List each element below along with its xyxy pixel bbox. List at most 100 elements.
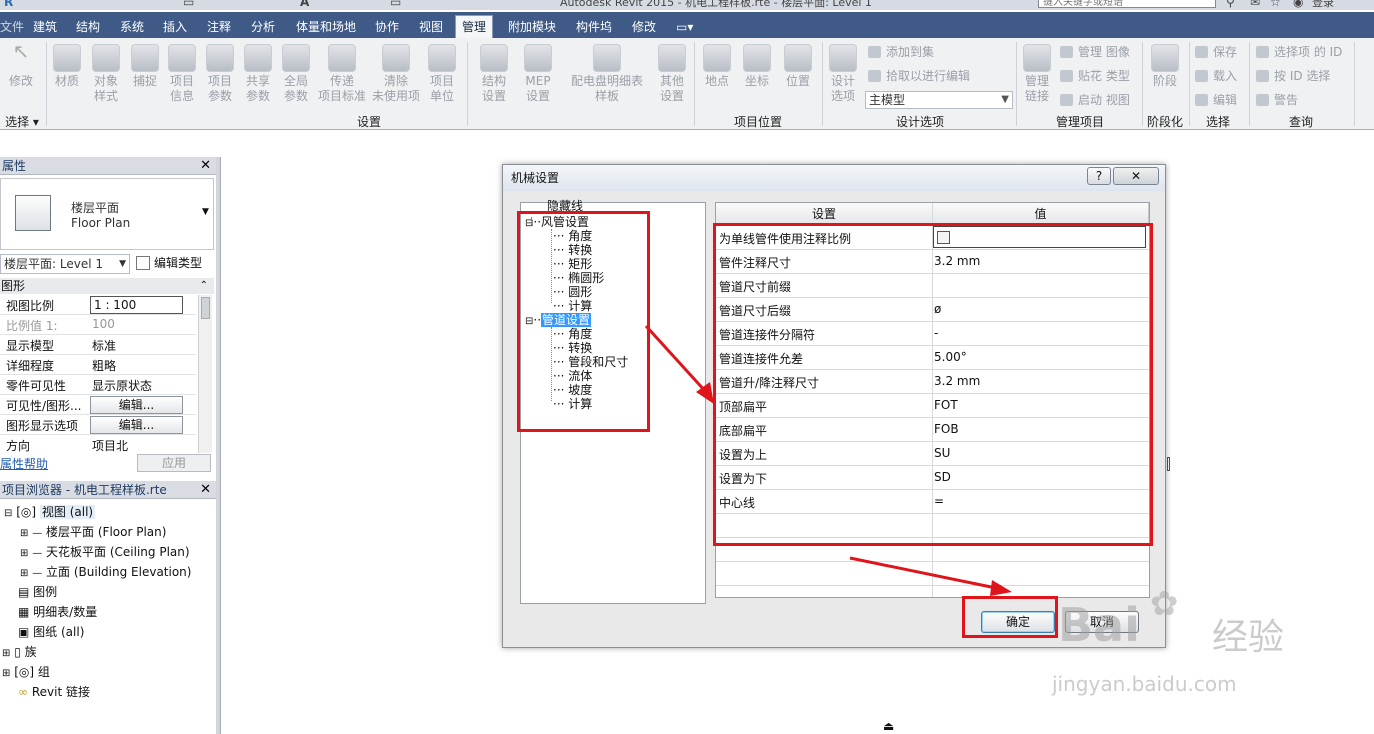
prop-key: 详细程度 bbox=[6, 359, 55, 373]
structural-settings-button[interactable]: 结构 设置 bbox=[477, 44, 511, 104]
browser-item-families[interactable]: ⊞ ▯ 族 bbox=[2, 642, 37, 664]
location-button[interactable]: 地点 bbox=[700, 44, 734, 89]
graphic-display-edit-button[interactable]: 编辑... bbox=[90, 416, 183, 434]
mep-settings-button[interactable]: MEP 设置 bbox=[521, 44, 555, 104]
binoculars-icon[interactable]: ⚲ bbox=[1226, 0, 1235, 9]
browser-item-sheets[interactable]: ▣ 图纸 (all) bbox=[18, 622, 84, 642]
scrollbar-thumb[interactable] bbox=[201, 297, 210, 319]
warnings-button[interactable]: 警告 bbox=[1256, 92, 1298, 108]
properties-scrollbar[interactable] bbox=[198, 295, 212, 453]
graphics-section-header[interactable]: 图形 ⌃ bbox=[0, 278, 214, 294]
global-parameters-button[interactable]: 全局 参数 bbox=[279, 44, 313, 104]
design-options-button[interactable]: 设计 选项 bbox=[826, 44, 860, 104]
project-units-button[interactable]: 项目 单位 bbox=[425, 44, 459, 104]
design-option-select[interactable]: 主模型 ▼ bbox=[865, 91, 1013, 109]
close-icon[interactable]: ✕ bbox=[200, 157, 211, 175]
prop-row-orientation[interactable]: 方向 项目北 bbox=[0, 435, 196, 453]
close-button[interactable]: ✕ bbox=[1113, 167, 1159, 185]
project-info-button[interactable]: 项目 信息 bbox=[165, 44, 199, 104]
tab-component-dock[interactable]: 构件坞 bbox=[576, 16, 612, 38]
select-group-label[interactable]: 选择 ▾ bbox=[0, 113, 44, 130]
login-link[interactable]: 登录 bbox=[1312, 0, 1334, 10]
view-instance-select[interactable]: 楼层平面: Level 1 ▼ bbox=[0, 254, 130, 274]
select-by-id-button[interactable]: 按 ID 选择 bbox=[1256, 68, 1330, 84]
info-icon[interactable]: ✉ bbox=[1250, 0, 1260, 9]
tab-architecture[interactable]: 建筑 bbox=[33, 16, 57, 38]
browser-item-views[interactable]: ⊟ [◎] 视图 (all) bbox=[4, 502, 96, 524]
position-button[interactable]: 位置 bbox=[781, 44, 815, 89]
help-button[interactable]: ? bbox=[1087, 167, 1111, 185]
prop-row-parts-visibility[interactable]: 零件可见性 显示原状态 bbox=[0, 375, 196, 395]
tab-view[interactable]: 视图 bbox=[419, 16, 443, 38]
prop-row-detail-level[interactable]: 详细程度 粗略 bbox=[0, 355, 196, 375]
legend-icon: ▤ bbox=[18, 585, 30, 599]
transfer-standards-button[interactable]: 传递 项目标准 bbox=[316, 44, 368, 104]
ids-of-selection-button[interactable]: 选择项 的 ID bbox=[1256, 44, 1342, 60]
starting-view-button[interactable]: 启动 视图 bbox=[1060, 92, 1130, 108]
edit-selection-button[interactable]: 编辑 bbox=[1195, 92, 1237, 108]
project-parameters-button[interactable]: 项目 参数 bbox=[203, 44, 237, 104]
pick-edit-icon bbox=[868, 70, 881, 82]
browser-item-floor-plans[interactable]: ⊞ — 楼层平面 (Floor Plan) bbox=[20, 522, 166, 544]
shared-parameters-button[interactable]: 共享 参数 bbox=[241, 44, 275, 104]
tab-annotate[interactable]: 注释 bbox=[207, 16, 231, 38]
materials-button[interactable]: 材质 bbox=[50, 44, 84, 89]
purge-unused-button[interactable]: 清除 未使用项 bbox=[371, 44, 421, 104]
modify-button[interactable]: ↖ 修改 bbox=[4, 41, 38, 89]
close-icon[interactable]: ✕ bbox=[200, 481, 211, 499]
select-by-id-label: 按 ID 选择 bbox=[1274, 69, 1331, 83]
properties-help-link[interactable]: 属性帮助 bbox=[0, 455, 48, 472]
browser-item-schedules[interactable]: ▦ 明细表/数量 bbox=[18, 602, 97, 622]
edit-type-button[interactable]: 编辑类型 bbox=[136, 254, 202, 271]
text-tool-icon[interactable]: A bbox=[300, 0, 309, 9]
elevation-marker-icon[interactable]: ⏏ bbox=[883, 719, 894, 733]
snaps-button[interactable]: 捕捉 bbox=[128, 44, 162, 89]
tab-modify[interactable]: 修改 bbox=[632, 16, 656, 38]
browser-item-ceiling-plans[interactable]: ⊞ — 天花板平面 (Ceiling Plan) bbox=[20, 542, 190, 564]
tab-analyze[interactable]: 分析 bbox=[251, 16, 275, 38]
browser-item-elevations[interactable]: ⊞ — 立面 (Building Elevation) bbox=[20, 562, 191, 584]
visibility-edit-button[interactable]: 编辑... bbox=[90, 396, 183, 414]
panel-schedule-templates-button[interactable]: 配电盘明细表 样板 bbox=[566, 44, 648, 104]
tab-collaborate[interactable]: 协作 bbox=[375, 16, 399, 38]
pick-to-edit-button[interactable]: 拾取以进行编辑 bbox=[868, 68, 970, 84]
print-icon[interactable]: ▭ bbox=[183, 0, 194, 9]
tab-insert[interactable]: 插入 bbox=[163, 16, 187, 38]
save-selection-button[interactable]: 保存 bbox=[1195, 44, 1237, 60]
user-icon[interactable]: ◉ bbox=[1293, 0, 1303, 9]
tab-massing-site[interactable]: 体量和场地 bbox=[296, 16, 356, 38]
view-scale-input[interactable]: 1 : 100 bbox=[90, 296, 183, 314]
browser-item-groups[interactable]: ⊞ [◎] 组 bbox=[2, 662, 50, 684]
browser-item-legends[interactable]: ▤ 图例 bbox=[18, 582, 57, 602]
phases-button[interactable]: 阶段 bbox=[1148, 44, 1182, 89]
additional-settings-button[interactable]: 其他 设置 bbox=[655, 44, 689, 104]
tab-addins[interactable]: 附加模块 bbox=[508, 16, 556, 38]
tab-systems[interactable]: 系统 bbox=[120, 16, 144, 38]
properties-grid: 视图比例 1 : 100 比例值 1: 100 显示模型 标准 详细程度 粗略 零件可见… bbox=[0, 295, 214, 453]
window-title: Autodesk Revit 2015 - 机电工程样板.rte - 楼层平面:… bbox=[560, 0, 872, 9]
load-selection-button[interactable]: 载入 bbox=[1195, 68, 1237, 84]
star-icon[interactable]: ☆ bbox=[1270, 0, 1281, 9]
manage-links-button[interactable]: 管理 链接 bbox=[1020, 44, 1054, 104]
decal-types-button[interactable]: 贴花 类型 bbox=[1060, 68, 1130, 84]
window-icon[interactable]: ▭ bbox=[390, 0, 401, 9]
browser-item-revit-links[interactable]: ∞ Revit 链接 bbox=[18, 682, 90, 702]
manage-images-button[interactable]: 管理 图像 bbox=[1060, 44, 1130, 60]
tab-manage[interactable]: 管理 bbox=[455, 15, 494, 38]
prop-row-display-model[interactable]: 显示模型 标准 bbox=[0, 335, 196, 355]
apply-button[interactable]: 应用 bbox=[137, 454, 211, 472]
type-selector[interactable]: 楼层平面 Floor Plan ▼ bbox=[0, 178, 214, 250]
schedule-icon: ▦ bbox=[18, 605, 30, 619]
coordinates-button[interactable]: 坐标 bbox=[740, 44, 774, 89]
search-input[interactable]: 键入关键字或短语 bbox=[1038, 0, 1216, 8]
object-styles-button[interactable]: 对象 样式 bbox=[89, 44, 123, 104]
prop-key: 可见性/图形... bbox=[6, 399, 82, 413]
images-icon bbox=[1060, 46, 1073, 58]
revit-logo-icon[interactable]: R bbox=[4, 0, 13, 9]
tab-file[interactable]: 文件 bbox=[0, 16, 24, 38]
column-header-value[interactable]: 值 bbox=[933, 203, 1149, 225]
ribbon-options-icon[interactable]: ▭▾ bbox=[676, 16, 693, 38]
column-header-setting[interactable]: 设置 bbox=[716, 203, 933, 225]
tab-structure[interactable]: 结构 bbox=[76, 16, 100, 38]
add-to-set-button[interactable]: 添加到集 bbox=[868, 44, 934, 60]
